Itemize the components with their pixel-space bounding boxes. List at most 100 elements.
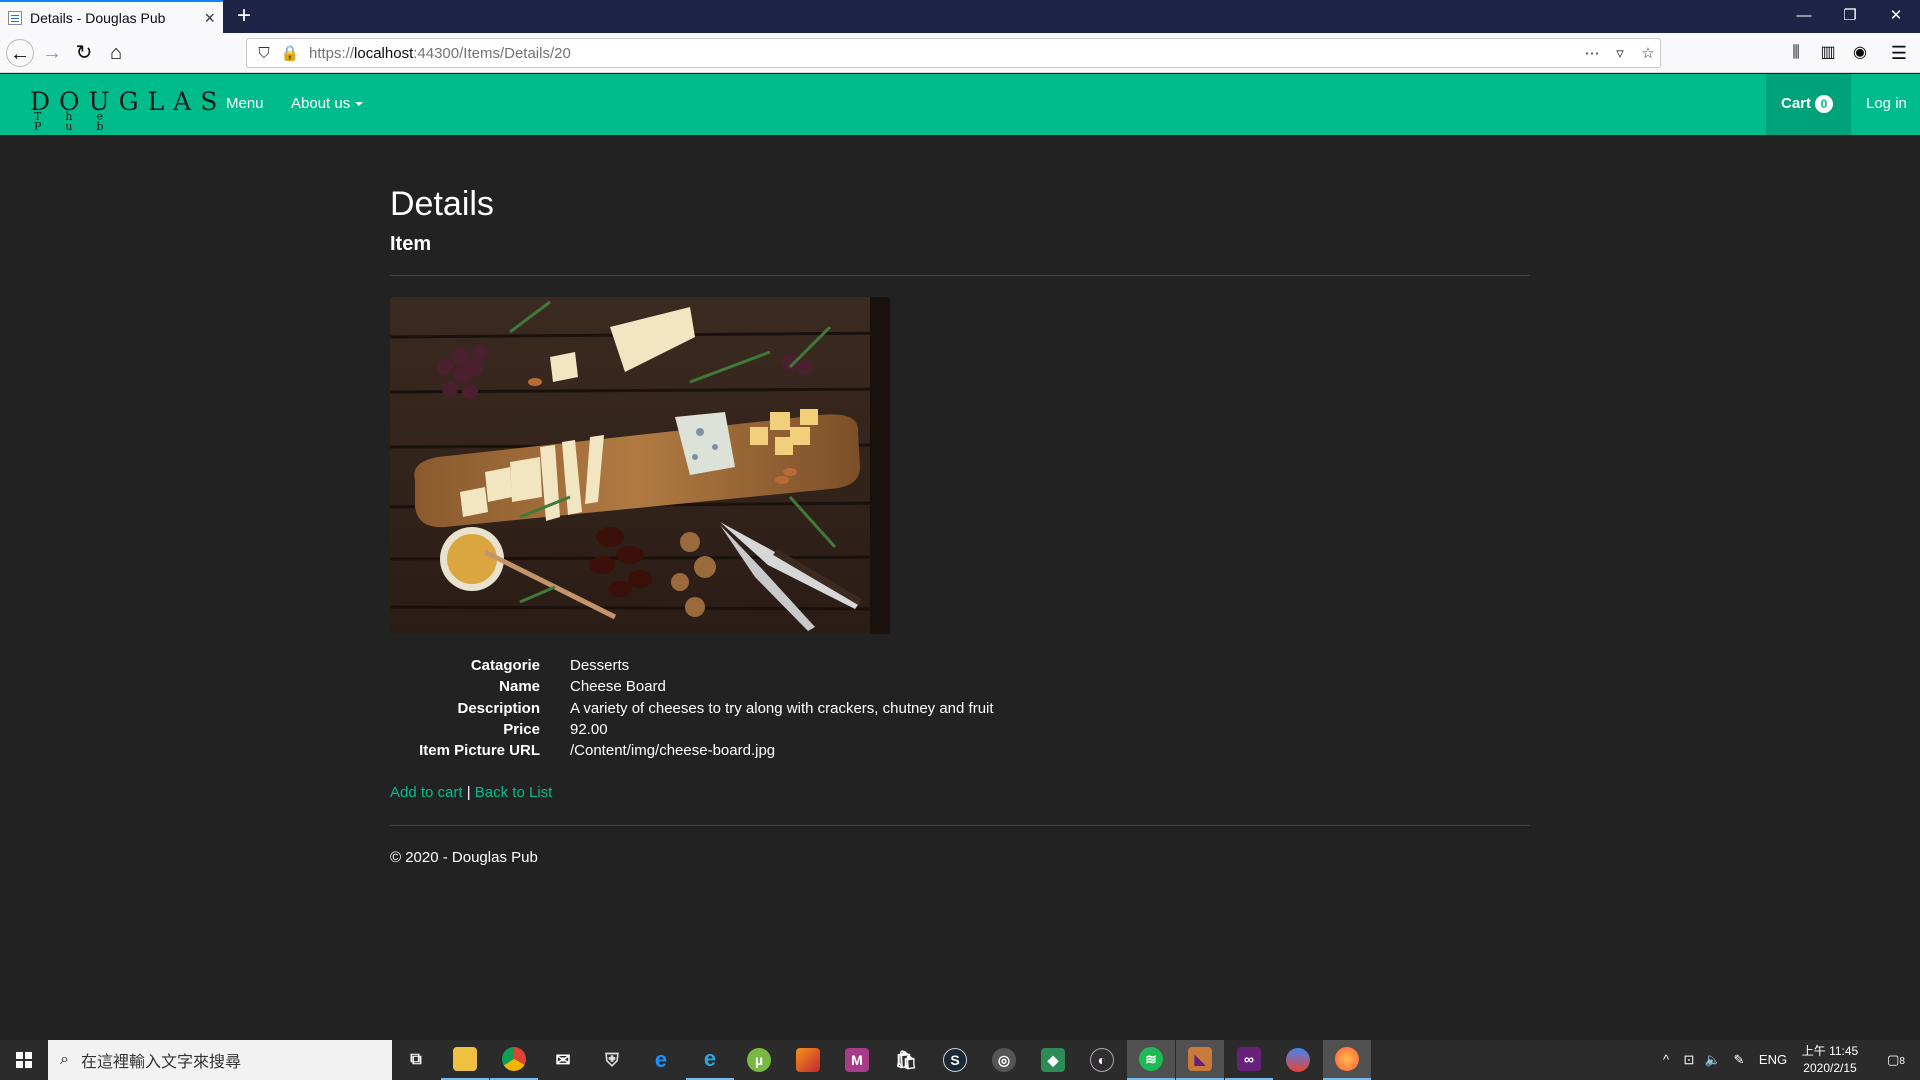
taskbar-clock[interactable]: 上午 11:45 2020/2/15 (1792, 1043, 1868, 1077)
notification-count: 8 (1899, 1056, 1905, 1067)
detail-value: A variety of cheeses to try along with c… (570, 699, 994, 717)
nav-cart-item[interactable]: Cart 0 (1766, 74, 1851, 135)
clock-date: 2020/2/15 (1803, 1061, 1857, 1075)
forward-arrow-icon[interactable]: → (38, 39, 66, 67)
utorrent-icon[interactable]: µ (735, 1040, 783, 1080)
restore-icon[interactable]: ❐ (1827, 0, 1873, 33)
add-to-cart-link[interactable]: Add to cart (390, 784, 463, 801)
search-placeholder: 在這裡輸入文字來搜尋 (80, 1054, 241, 1071)
pocket-icon[interactable]: ▿ (1609, 43, 1631, 65)
detail-label: Catagorie (470, 657, 540, 674)
page-actions-icon[interactable]: ⋯ (1581, 43, 1603, 65)
chrome-icon[interactable] (490, 1040, 538, 1080)
detail-value: 92.00 (570, 720, 608, 738)
lock-warning-icon[interactable]: 🔒 (279, 43, 301, 65)
back-to-list-link[interactable]: Back to List (475, 784, 553, 801)
visual-studio-purple-icon[interactable]: ◣ (1176, 1040, 1224, 1080)
firefox-icon[interactable] (1323, 1040, 1371, 1080)
detail-value: Desserts (570, 657, 630, 674)
volume-icon[interactable]: 🔈 (1702, 1040, 1724, 1080)
item-photo (390, 297, 890, 634)
internet-explorer-icon[interactable]: e (686, 1040, 734, 1080)
browser-tab-active[interactable]: Details - Douglas Pub × (0, 0, 223, 33)
page-title: Details (390, 185, 494, 223)
obs-like-icon[interactable]: ◎ (980, 1040, 1028, 1080)
footer-divider (390, 825, 1530, 826)
item-details-list: Catagorie Desserts Name Cheese Board Des… (390, 657, 1530, 763)
language-indicator[interactable]: ENG (1755, 1040, 1791, 1080)
nav-cart-link[interactable]: Cart 0 (1781, 95, 1834, 113)
detail-label: Name (499, 678, 540, 696)
detail-row-picture-url: Item Picture URL /Content/img/cheese-boa… (390, 742, 1530, 763)
url-bar[interactable]: ⛉ 🔒 https://localhost:44300/Items/Detail… (246, 38, 1661, 68)
tab-close-icon[interactable]: × (204, 9, 215, 27)
browser-toolbar: ← → ↻ ⌂ ⛉ 🔒 https://localhost:44300/Item… (0, 33, 1920, 73)
file-explorer-icon[interactable] (441, 1040, 489, 1080)
cheese-board-image (390, 297, 890, 634)
matlab-icon[interactable] (784, 1040, 832, 1080)
detail-row-price: Price 92.00 (390, 721, 1530, 742)
url-text: https://localhost:44300/Items/Details/20 (309, 45, 571, 62)
detail-label: Item Picture URL (419, 742, 540, 760)
home-icon[interactable]: ⌂ (102, 39, 130, 67)
task-view-icon[interactable]: ⧉ (392, 1040, 440, 1080)
caret-down-icon (355, 102, 364, 107)
steam-icon[interactable]: S (931, 1040, 979, 1080)
nav-about-label: About us (291, 95, 351, 112)
tab-title: Details - Douglas Pub (30, 9, 166, 26)
reload-icon[interactable]: ↻ (70, 39, 98, 67)
defender-icon[interactable]: ⛨ (588, 1040, 636, 1080)
brand-logo[interactable]: DOUGLAS The Pub (30, 87, 227, 132)
detail-row-category: Catagorie Desserts (390, 657, 1530, 678)
nav-about-dropdown[interactable]: About us (291, 95, 364, 112)
network-icon[interactable]: ⊡ (1678, 1040, 1700, 1080)
detail-row-description: Description A variety of cheeses to try … (390, 700, 1530, 721)
bookmark-star-icon[interactable]: ☆ (1637, 43, 1659, 65)
windows-logo-icon (16, 1052, 32, 1068)
hamburger-menu-icon[interactable]: ☰ (1885, 39, 1913, 67)
new-tab-button[interactable]: + (231, 3, 257, 29)
mail-icon[interactable]: ✉ (539, 1040, 587, 1080)
maps-icon[interactable] (1274, 1040, 1322, 1080)
page-subtitle: Item (390, 233, 432, 255)
window-close-icon[interactable]: ✕ (1873, 0, 1919, 33)
search-icon: ⌕ (60, 1051, 69, 1068)
site-navbar: DOUGLAS The Pub Menu About us Cart 0 Log … (0, 74, 1920, 135)
brand-name: DOUGLAS (30, 87, 227, 116)
green-cube-icon[interactable]: ◆ (1029, 1040, 1077, 1080)
notification-center-icon[interactable]: ▢8 (1878, 1040, 1914, 1080)
minimize-icon[interactable]: — (1781, 0, 1827, 33)
action-separator: | (462, 784, 475, 801)
spotify-icon[interactable]: ≋ (1127, 1040, 1175, 1080)
visual-studio-icon[interactable]: ∞ (1225, 1040, 1273, 1080)
detail-value: Cheese Board (570, 678, 666, 696)
nav-login-link[interactable]: Log in (1866, 95, 1907, 112)
cart-label: Cart (1781, 95, 1812, 112)
edge-icon[interactable]: e (637, 1040, 685, 1080)
pen-icon[interactable]: ✎ (1728, 1040, 1750, 1080)
library-icon[interactable]: ⫼ (1782, 39, 1810, 67)
m-app-icon[interactable]: M (833, 1040, 881, 1080)
start-button[interactable] (0, 1040, 48, 1080)
cart-count-badge: 0 (1815, 95, 1834, 113)
item-actions: Add to cart | Back to List (390, 784, 552, 801)
page-footer: © 2020 - Douglas Pub (390, 849, 538, 866)
taskbar-search-box[interactable]: ⌕ 在這裡輸入文字來搜尋 (48, 1040, 392, 1080)
nav-menu-link[interactable]: Menu (226, 95, 264, 112)
sidebar-icon[interactable]: ▥ (1814, 39, 1842, 67)
detail-label: Price (503, 720, 540, 738)
windows-taskbar: ⌕ 在這裡輸入文字來搜尋 ⧉ ✉ ⛨ e e µ M 🛍 S ◎ ◆ ◐ ≋ ◣… (0, 1040, 1920, 1080)
tray-expand-icon[interactable]: ^ (1656, 1040, 1676, 1080)
store-icon[interactable]: 🛍 (882, 1040, 930, 1080)
detail-value: /Content/img/cheese-board.jpg (570, 742, 776, 760)
obs-icon[interactable]: ◐ (1078, 1040, 1126, 1080)
detail-label: Description (457, 699, 540, 717)
account-icon[interactable]: ◉ (1846, 39, 1874, 67)
divider (390, 275, 1530, 276)
clock-time: 上午 11:45 (1801, 1044, 1859, 1058)
browser-tabbar: Details - Douglas Pub × + — ❐ ✕ (0, 0, 1920, 33)
back-arrow-icon[interactable]: ← (6, 39, 34, 67)
shield-icon[interactable]: ⛉ (253, 43, 275, 65)
page-favicon-icon (8, 10, 22, 25)
detail-row-name: Name Cheese Board (390, 678, 1530, 699)
